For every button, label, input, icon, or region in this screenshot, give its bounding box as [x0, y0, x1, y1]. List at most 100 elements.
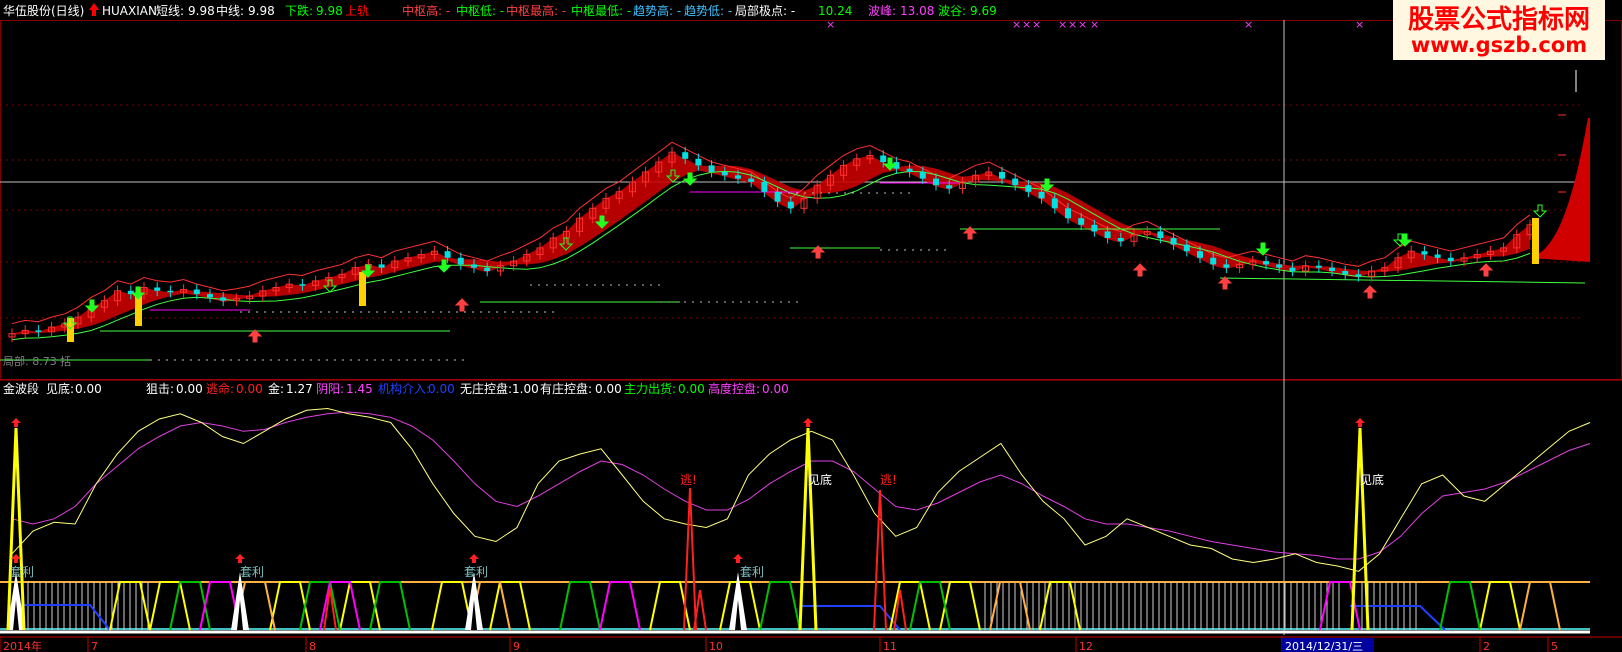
candle-body-down	[774, 191, 781, 202]
x-tick-label: 5	[1551, 640, 1558, 652]
x-tick-label: 10	[709, 640, 723, 652]
trough-value: 9.69	[970, 4, 997, 18]
candle-body-down	[787, 201, 794, 209]
jiandi-label: 见底	[808, 472, 832, 487]
taoli-label: 套利	[464, 565, 488, 579]
candle-body-down	[946, 185, 953, 189]
watermark-url: www.gszb.com	[1411, 33, 1587, 57]
candle-body-down	[154, 287, 161, 291]
candle-body-down	[1289, 267, 1296, 271]
candle-body-down	[1170, 238, 1177, 245]
candle-body-down	[1434, 254, 1441, 258]
candle-body-down	[999, 172, 1005, 179]
watermark: 股票公式指标网 www.gszb.com	[1393, 0, 1605, 60]
rail-label: 上轨	[345, 4, 369, 18]
indicator-name: HUAXIAN	[102, 4, 157, 18]
short-value: 9.98	[188, 4, 215, 18]
yinyang-label: 阴阳:	[316, 382, 344, 396]
gold-label: 金:	[268, 381, 284, 396]
chart-window: ×××××××××××× 套利套利套利套利见底见底逃!逃! 2014年78910…	[0, 0, 1622, 652]
bottom-label: 见底:	[46, 381, 74, 396]
escape-label: 逃!	[680, 473, 697, 487]
candle-body-down	[167, 290, 174, 293]
candle-body-down	[220, 297, 227, 301]
x-marker: ×	[1244, 18, 1253, 31]
jiandi-label: 见底	[1360, 472, 1384, 487]
peak-label: 波峰:	[868, 4, 896, 18]
zs-max: 中枢最高: -	[506, 3, 566, 18]
candle-body-down	[1091, 224, 1098, 232]
candle-body-down	[484, 267, 491, 271]
yinyang-value: 1.45	[346, 382, 373, 396]
candle-body-down	[1315, 265, 1322, 268]
candle-body-down	[1078, 218, 1085, 225]
nozhuang-label: 无庄控盘:	[460, 381, 512, 396]
local-extreme-readout: 局部: 8.73 括	[3, 354, 71, 368]
fall-value: 9.98	[316, 4, 343, 18]
candle-body-down	[1183, 244, 1190, 252]
candle-body-down	[1157, 231, 1164, 238]
candle-body-down	[1117, 238, 1124, 242]
candle-body-down	[471, 264, 477, 268]
panel-name: 金波段	[3, 381, 39, 396]
x-marker: ×	[1022, 18, 1031, 31]
taoli-label: 套利	[740, 565, 764, 579]
x-marker: ×	[1058, 18, 1067, 31]
x-marker: ×	[1355, 18, 1364, 31]
taoli-label: 套利	[240, 565, 264, 579]
candle-body-down	[457, 257, 464, 265]
candle-body-down	[708, 165, 715, 172]
x-tick-label: 12	[1079, 640, 1093, 652]
x-tick-label: 9	[513, 640, 520, 652]
candle-body-down	[193, 289, 200, 295]
peak-value: 13.08	[900, 4, 934, 18]
candle-body-down	[906, 168, 913, 172]
main-label: 主力出货:	[624, 381, 676, 396]
x-marker: ×	[1012, 18, 1021, 31]
taoli-label: 套利	[10, 565, 34, 579]
candle-body-down	[1421, 251, 1428, 255]
candle-body-down	[378, 264, 385, 268]
mid-value: 9.98	[248, 4, 275, 18]
gold-value: 1.27	[286, 382, 313, 396]
candle-body-down	[1025, 185, 1032, 192]
x-tick-label: 8	[309, 640, 316, 652]
stock-chart[interactable]: ×××××××××××× 套利套利套利套利见底见底逃!逃! 2014年78910…	[0, 0, 1622, 652]
youzhuang-value: 0.00	[595, 382, 622, 396]
watermark-title: 股票公式指标网	[1408, 5, 1590, 35]
candle-body-down	[721, 172, 728, 176]
candle-body-down	[933, 178, 939, 186]
candle-body-down	[1223, 264, 1230, 268]
candle-body-down	[207, 294, 213, 298]
candle-body-down	[1038, 191, 1045, 199]
inst-value: 0.00	[428, 382, 455, 396]
trend-low: 趋势低: -	[684, 4, 732, 18]
nozhuang-value: 1.00	[512, 382, 539, 396]
stock-title: 华伍股份(日线)	[3, 4, 84, 18]
candle-body-down	[444, 251, 451, 258]
highlight-candle	[1532, 218, 1539, 264]
x-tick-label: 7	[91, 640, 98, 652]
main-value: 0.00	[678, 382, 705, 396]
candle-body-down	[1263, 261, 1269, 265]
candle-body-down	[1051, 198, 1058, 209]
candle-body-down	[735, 175, 741, 179]
trough-label: 波谷:	[938, 4, 966, 18]
candle-body-down	[880, 155, 887, 163]
snipe-label: 狙击:	[146, 382, 174, 396]
candle-body-down	[1342, 271, 1349, 275]
zs-low: 中枢低: -	[456, 3, 504, 18]
short-label: 短线:	[156, 4, 184, 18]
candle-body-down	[1447, 257, 1454, 262]
local-extreme: 局部极点: -	[735, 3, 795, 18]
candle-body-down	[1210, 257, 1217, 265]
escape-label: 逃!	[880, 473, 897, 487]
fall-label: 下跌:	[285, 3, 313, 18]
x-marker: ×	[826, 18, 835, 31]
x-marker: ×	[1090, 18, 1099, 31]
snipe-value: 0.00	[176, 382, 203, 396]
x-tick-label: 2014年	[3, 639, 42, 652]
highlight-candle	[359, 272, 366, 306]
candle-body-down	[919, 172, 926, 179]
high-label: 高度控盘:	[708, 381, 760, 396]
